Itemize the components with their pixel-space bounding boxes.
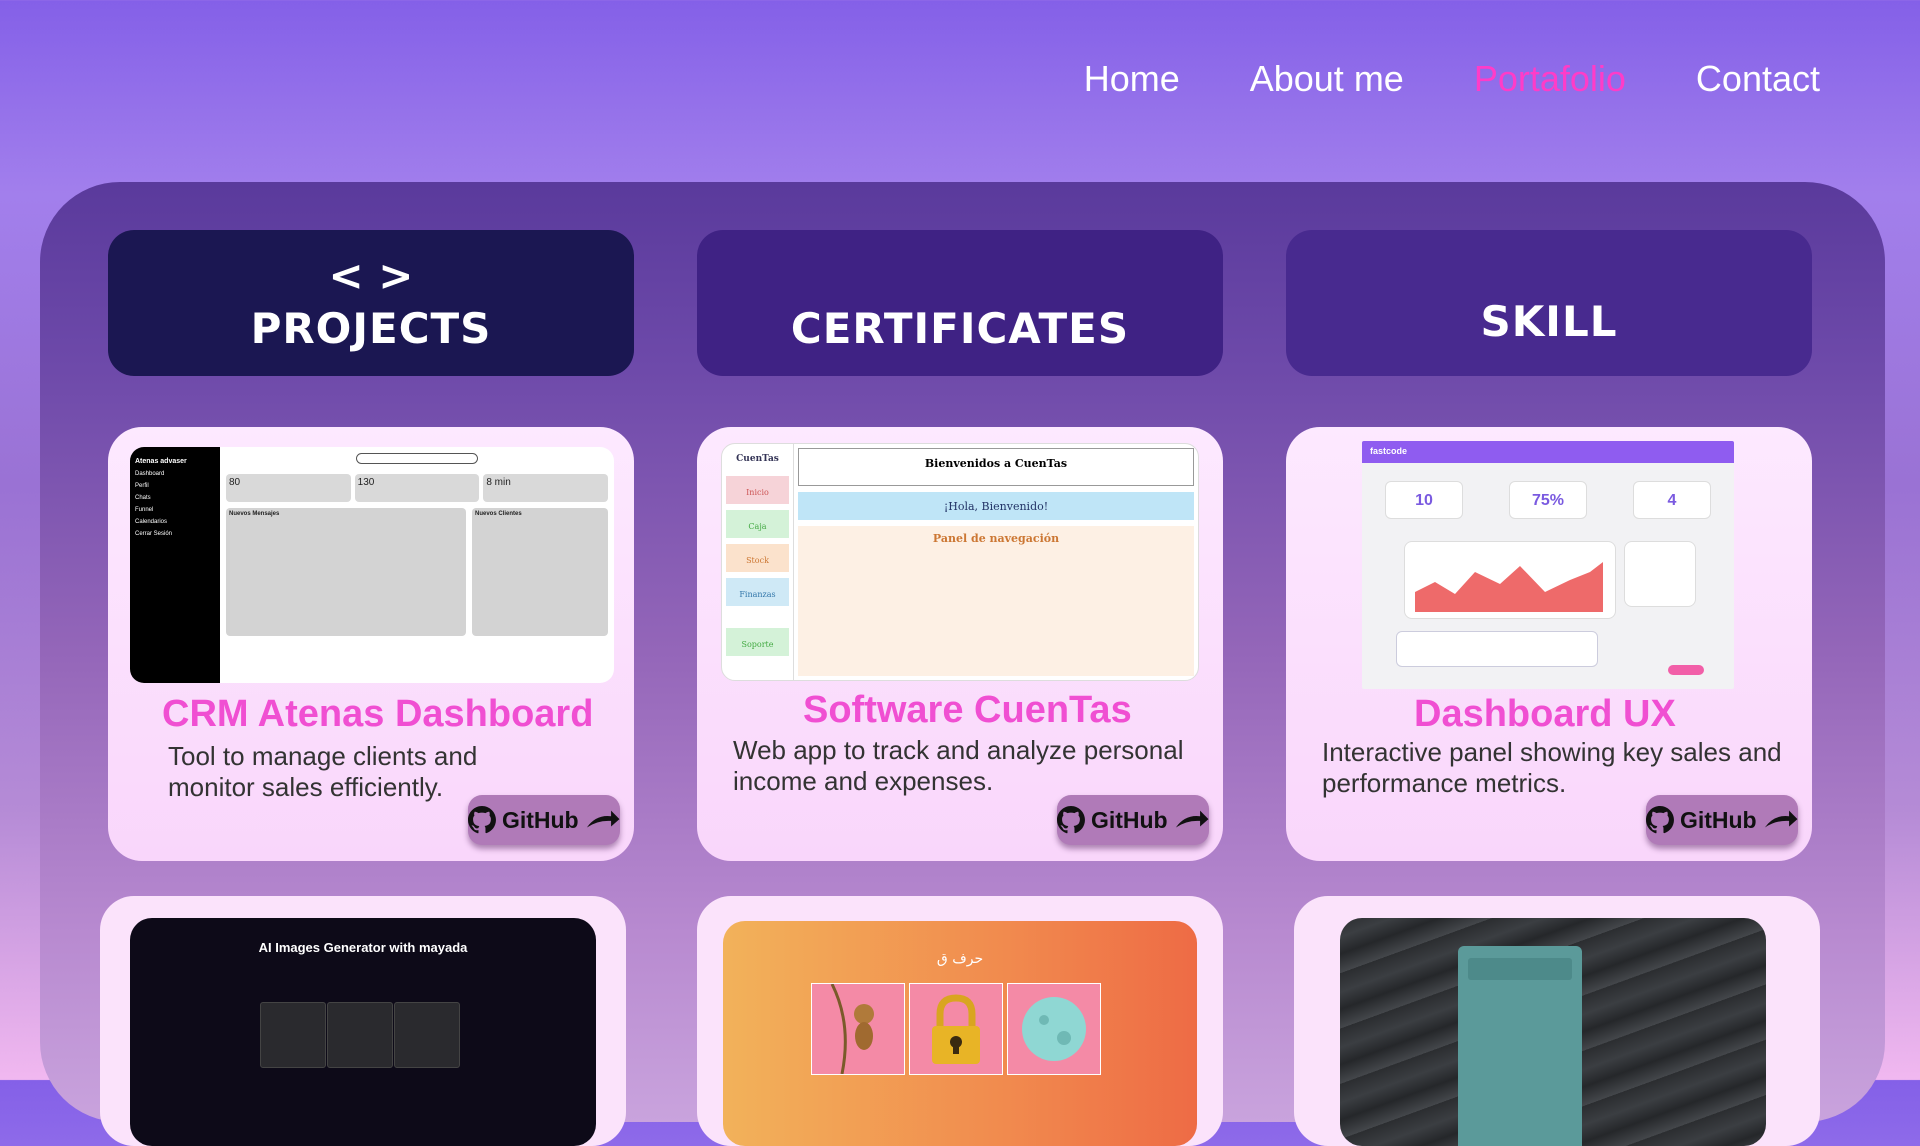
project-thumbnail-crm[interactable]: Atenas advaser Dashboard Perfil Chats Fu… (130, 447, 614, 683)
game-tile-monkey (811, 983, 905, 1075)
project-thumbnail-ai-images[interactable]: AI Images Generator with mayada (130, 918, 596, 1146)
ai-image-slot (260, 1002, 326, 1068)
crm-nav-item: Perfil (135, 483, 149, 489)
arrow-right-icon (1175, 810, 1209, 828)
cuentas-sidebar: CuenTas Inicio Caja Stock Finanzas Sopor… (722, 444, 794, 680)
crm-search-bar (356, 453, 478, 464)
crm-nav-item: Dashboard (135, 471, 165, 477)
crm-brand: Atenas advaser (135, 458, 187, 465)
cuentas-brand: CuenTas (736, 454, 779, 464)
crm-sidebar: Atenas advaser Dashboard Perfil Chats Fu… (130, 447, 220, 683)
crm-stat: 80 (226, 474, 351, 502)
game-title: حرف ق (936, 951, 984, 967)
crm-nav-item: Funnel (135, 507, 154, 513)
calculator-icon (1458, 946, 1582, 1146)
nav-contact-link[interactable]: Contact (1696, 58, 1820, 100)
arrow-right-icon (1764, 810, 1798, 828)
arrow-right-icon (586, 810, 620, 828)
crm-clients-box: Nuevos Clientes (472, 508, 608, 636)
project-card-letters-game: حرف ق (697, 896, 1223, 1146)
ux-brand: fastcode (1362, 441, 1734, 463)
cuentas-welcome: Bienvenidos a CuenTas (798, 448, 1194, 486)
top-nav: Home About me Portafolio Contact (1084, 58, 1820, 100)
github-button[interactable]: GitHub (1057, 795, 1209, 845)
ux-logout-button (1668, 665, 1704, 675)
project-title: Dashboard UX (1414, 693, 1676, 735)
tab-certificates[interactable]: CERTIFICATES (697, 230, 1223, 376)
tab-skill[interactable]: SKILL (1286, 230, 1812, 376)
crm-stat: 130 (354, 474, 480, 502)
crm-nav-item: Calendarios (135, 519, 168, 525)
nav-about-link[interactable]: About me (1250, 58, 1404, 100)
nav-portfolio-link[interactable]: Portafolio (1474, 58, 1626, 100)
lock-icon (932, 994, 980, 1064)
project-card-crm: Atenas advaser Dashboard Perfil Chats Fu… (108, 427, 634, 861)
cuentas-nav-item: Inicio (726, 476, 789, 504)
github-label: GitHub (501, 806, 579, 833)
project-title: CRM Atenas Dashboard (162, 693, 594, 735)
monkey-icon (830, 983, 874, 1075)
project-card-dashboard-ux: fastcode 10 75% 4 Dashboard UX Interacti… (1286, 427, 1812, 861)
crm-nav-item: Cerrar Sesión (135, 531, 173, 537)
calculator-display (1468, 958, 1572, 980)
ai-image-slot (327, 1002, 393, 1068)
ux-survey-box (1624, 541, 1696, 607)
project-description: Interactive panel showing key sales and … (1322, 737, 1782, 798)
code-icon: < > (328, 250, 414, 300)
project-card-ai-images: AI Images Generator with mayada (100, 896, 626, 1146)
tab-projects-label: PROJECTS (250, 303, 492, 353)
ux-area-chart (1404, 541, 1616, 619)
cuentas-nav-item: Caja (726, 510, 789, 538)
project-thumbnail-dashboard-ux[interactable]: fastcode 10 75% 4 (1362, 441, 1734, 689)
project-thumbnail-letters-game[interactable]: حرف ق (723, 921, 1197, 1146)
project-description: Tool to manage clients and monitor sales… (168, 741, 478, 802)
ux-kpi: 10 (1385, 481, 1463, 519)
crm-main: 80 130 8 min Nuevos Mensajes Nuevos Clie… (220, 447, 614, 683)
project-title: Software CuenTas (803, 689, 1132, 731)
github-label: GitHub (1679, 806, 1757, 833)
tab-projects[interactable]: < > PROJECTS (108, 230, 634, 376)
cuentas-hello: ¡Hola, Bienvenido! (798, 492, 1194, 520)
nav-home-link[interactable]: Home (1084, 58, 1180, 100)
project-card-cuentas: CuenTas Inicio Caja Stock Finanzas Sopor… (697, 427, 1223, 861)
project-description: Web app to track and analyze personal in… (733, 735, 1184, 796)
ux-kpi: 4 (1633, 481, 1711, 519)
github-icon (468, 806, 496, 834)
tab-certificates-label: CERTIFICATES (790, 303, 1130, 353)
moon-icon (1022, 997, 1086, 1061)
ai-image-slot (394, 1002, 460, 1068)
ux-kpi: 75% (1509, 481, 1587, 519)
game-tile-moon (1007, 983, 1101, 1075)
github-button[interactable]: GitHub (468, 795, 620, 845)
cuentas-main: Bienvenidos a CuenTas ¡Hola, Bienvenido!… (794, 444, 1198, 680)
github-button[interactable]: GitHub (1646, 795, 1798, 845)
github-icon (1057, 806, 1085, 834)
project-thumbnail-cuentas[interactable]: CuenTas Inicio Caja Stock Finanzas Sopor… (721, 443, 1199, 681)
github-icon (1646, 806, 1674, 834)
github-label: GitHub (1090, 806, 1168, 833)
game-tile-lock (909, 983, 1003, 1075)
project-card-calculator (1294, 896, 1820, 1146)
crm-messages-box: Nuevos Mensajes (226, 508, 466, 636)
ux-responses-box (1396, 631, 1598, 667)
cuentas-nav-item: Finanzas (726, 578, 789, 606)
project-thumbnail-calculator[interactable] (1340, 918, 1766, 1146)
cuentas-nav-item: Soporte (726, 628, 789, 656)
crm-nav-item: Chats (135, 495, 151, 501)
cuentas-nav-item: Stock (726, 544, 789, 572)
cuentas-panel: Panel de navegación (798, 526, 1194, 676)
tab-skill-label: SKILL (1480, 296, 1618, 346)
crm-stat: 8 min (483, 474, 609, 502)
ai-title: AI Images Generator with mayada (258, 940, 468, 955)
